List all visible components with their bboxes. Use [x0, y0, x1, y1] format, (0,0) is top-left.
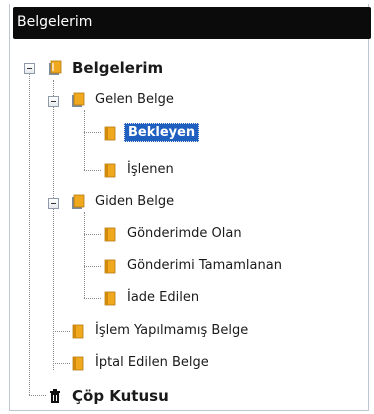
collapse-icon[interactable] — [48, 96, 59, 107]
tree-node-iade-edilen[interactable]: İade Edilen — [102, 289, 202, 306]
document-tree: Belgelerim Gelen Belge Bekleyen İşlenen … — [0, 0, 374, 414]
tree-connector — [84, 170, 101, 171]
tree-node-islenen[interactable]: İşlenen — [102, 161, 177, 178]
tree-connector — [53, 80, 54, 370]
tree-node-belgelerim[interactable]: Belgelerim — [47, 58, 166, 78]
tree-connector — [84, 298, 101, 299]
tree-node-gonderimde-olan[interactable]: Gönderimde Olan — [102, 225, 245, 242]
tree-node-label: Gönderimi Tamamlanan — [127, 258, 282, 273]
folder-icon — [102, 226, 118, 242]
folder-icon — [102, 290, 118, 306]
folder-icon — [102, 258, 118, 274]
tree-node-bekleyen[interactable]: Bekleyen — [102, 123, 200, 142]
tree-node-label: Bekleyen — [124, 123, 200, 142]
tree-node-label: Gelen Belge — [95, 92, 174, 107]
tree-connector — [53, 331, 70, 332]
book-icon — [70, 194, 86, 210]
trash-icon — [47, 388, 63, 404]
tree-node-cop-kutusu[interactable]: Çöp Kutusu — [47, 386, 172, 406]
tree-connector — [84, 132, 101, 133]
folder-icon — [70, 323, 86, 339]
tree-connector — [84, 212, 85, 298]
tree-node-label: İşlenen — [127, 162, 174, 177]
tree-node-label: Çöp Kutusu — [72, 387, 169, 405]
folder-icon — [102, 125, 118, 141]
tree-node-label: İade Edilen — [127, 290, 200, 305]
tree-node-islem-yapilmamis-belge[interactable]: İşlem Yapılmamış Belge — [70, 322, 251, 339]
book-icon — [47, 60, 63, 76]
tree-node-label: Gönderimde Olan — [127, 226, 242, 241]
tree-node-giden-belge[interactable]: Giden Belge — [70, 193, 177, 210]
tree-node-gonderimi-tamamlanan[interactable]: Gönderimi Tamamlanan — [102, 257, 285, 274]
tree-node-iptal-edilen-belge[interactable]: İptal Edilen Belge — [70, 354, 212, 371]
collapse-icon[interactable] — [48, 198, 59, 209]
folder-icon — [102, 162, 118, 178]
tree-node-label: Belgelerim — [72, 59, 164, 77]
tree-node-label: Giden Belge — [95, 194, 175, 209]
tree-node-gelen-belge[interactable]: Gelen Belge — [70, 91, 177, 108]
tree-connector — [29, 395, 46, 396]
book-icon — [70, 92, 86, 108]
tree-node-label: İptal Edilen Belge — [95, 355, 209, 370]
tree-node-label: İşlem Yapılmamış Belge — [95, 323, 249, 338]
tree-connector — [53, 363, 70, 364]
tree-connector — [84, 266, 101, 267]
tree-connector — [84, 110, 85, 170]
folder-icon — [70, 355, 86, 371]
tree-connector — [29, 69, 30, 395]
tree-connector — [84, 234, 101, 235]
collapse-icon[interactable] — [24, 63, 35, 74]
